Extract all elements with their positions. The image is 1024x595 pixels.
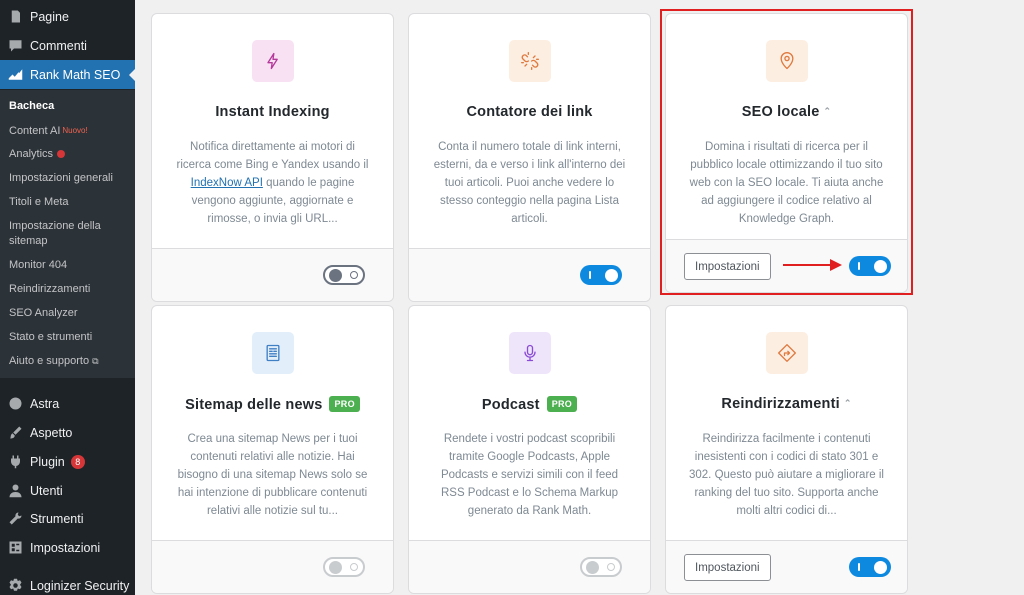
menu-item-loginizer[interactable]: Loginizer Security bbox=[0, 571, 135, 595]
link-broken-icon bbox=[521, 52, 539, 71]
module-footer bbox=[409, 248, 650, 301]
rank-math-icon bbox=[6, 66, 24, 84]
pro-badge: PRO bbox=[546, 396, 578, 412]
menu-item-commenti[interactable]: Commenti bbox=[0, 31, 135, 60]
submenu-impostazioni-generali[interactable]: Impostazioni generali bbox=[9, 171, 131, 186]
submenu-aiuto-supporto[interactable]: Aiuto e supporto ⧉ bbox=[9, 354, 131, 369]
pro-badge: PRO bbox=[329, 396, 360, 412]
module-toggle[interactable] bbox=[580, 557, 622, 577]
brush-icon bbox=[6, 424, 24, 442]
settings-button[interactable]: Impostazioni bbox=[684, 554, 771, 581]
module-toggle[interactable] bbox=[323, 265, 365, 285]
menu-item-impostazioni[interactable]: Impostazioni bbox=[0, 533, 135, 562]
submenu-titoli-meta[interactable]: Titoli e Meta bbox=[9, 195, 131, 210]
menu-label: Impostazioni bbox=[30, 540, 101, 555]
user-icon bbox=[6, 482, 24, 500]
menu-label: Utenti bbox=[30, 483, 63, 498]
menu-item-strumenti[interactable]: Strumenti bbox=[0, 504, 135, 533]
menu-item-utenti[interactable]: Utenti bbox=[0, 476, 135, 505]
module-title: Instant Indexing bbox=[215, 104, 330, 120]
module-description: Reindirizza facilmente i contenuti inesi… bbox=[689, 433, 884, 517]
menu-item-astra[interactable]: Astra bbox=[0, 389, 135, 418]
icon-box bbox=[766, 332, 808, 374]
submenu-monitor-404[interactable]: Monitor 404 bbox=[9, 258, 131, 273]
module-card-instant-indexing: Instant Indexing Notifica direttamente a… bbox=[151, 13, 394, 302]
menu-item-pagine[interactable]: Pagine bbox=[0, 2, 135, 31]
module-footer bbox=[152, 540, 393, 593]
comment-icon bbox=[6, 37, 24, 55]
module-description: Conta il numero totale di link interni, … bbox=[433, 141, 626, 225]
module-card-redirections: Reindirizzamenti ⌃ Reindirizza facilmente… bbox=[665, 305, 908, 594]
external-link-icon: ⧉ bbox=[92, 356, 99, 366]
menu-label: Plugin bbox=[30, 454, 65, 469]
submenu-bacheca[interactable]: Bacheca bbox=[9, 99, 131, 114]
active-arrow bbox=[129, 68, 136, 82]
chevron-up-icon: ⌃ bbox=[843, 398, 852, 408]
submenu-reindirizzamenti[interactable]: Reindirizzamenti bbox=[9, 282, 131, 297]
newspaper-icon bbox=[266, 344, 280, 362]
gear-icon bbox=[6, 577, 24, 595]
module-card-link-counter: Contatore dei link Conta il numero total… bbox=[408, 13, 651, 302]
icon-box bbox=[252, 40, 294, 82]
module-card-news-sitemap: Sitemap delle news PRO Crea una sitemap N… bbox=[151, 305, 394, 594]
submenu-seo-analyzer[interactable]: SEO Analyzer bbox=[9, 306, 131, 321]
microphone-icon bbox=[524, 344, 536, 362]
module-description: Crea una sitemap News per i tuoi contenu… bbox=[177, 433, 368, 517]
plugin-icon bbox=[6, 453, 24, 471]
lightning-icon bbox=[267, 52, 278, 70]
redirect-sign-icon bbox=[778, 344, 796, 362]
menu-label: Commenti bbox=[30, 38, 87, 53]
page-icon bbox=[6, 8, 24, 26]
menu-label: Strumenti bbox=[30, 511, 84, 526]
menu-label: Pagine bbox=[30, 9, 69, 24]
module-description: Rendete i vostri podcast scopribili tram… bbox=[440, 433, 619, 517]
module-footer bbox=[152, 248, 393, 301]
astra-icon bbox=[6, 395, 24, 413]
module-footer: Impostazioni bbox=[666, 540, 907, 593]
rank-math-submenu: Bacheca Content AI Nuovo! Analytics Impos… bbox=[0, 90, 135, 378]
module-title: Sitemap delle news PRO bbox=[152, 396, 393, 413]
module-footer bbox=[409, 540, 650, 593]
wrench-icon bbox=[6, 510, 24, 528]
new-badge: Nuovo! bbox=[62, 126, 88, 135]
submenu-stato-strumenti[interactable]: Stato e strumenti bbox=[9, 330, 131, 345]
module-title: Contatore dei link bbox=[466, 104, 593, 120]
settings-icon bbox=[6, 539, 24, 557]
indexnow-api-link[interactable]: IndexNow API bbox=[191, 177, 263, 189]
icon-box bbox=[509, 332, 551, 374]
icon-box bbox=[509, 40, 551, 82]
menu-item-rank-math-seo[interactable]: Rank Math SEO bbox=[0, 60, 136, 89]
admin-sidebar: Pagine Commenti Rank Math SEO Bacheca Co… bbox=[0, 0, 136, 595]
module-card-podcast: Podcast PRO Rendete i vostri podcast scop… bbox=[408, 305, 651, 594]
submenu-analytics[interactable]: Analytics bbox=[9, 147, 131, 162]
submenu-content-ai[interactable]: Content AI Nuovo! bbox=[9, 123, 131, 139]
alert-dot-icon bbox=[57, 150, 66, 158]
menu-item-plugin[interactable]: Plugin 8 bbox=[0, 447, 135, 476]
module-toggle[interactable] bbox=[580, 265, 622, 285]
annotation-arrow-icon bbox=[783, 259, 842, 271]
menu-label: Rank Math SEO bbox=[30, 67, 121, 82]
menu-item-aspetto[interactable]: Aspetto bbox=[0, 418, 135, 447]
submenu-sitemap[interactable]: Impostazione della sitemap bbox=[9, 219, 109, 249]
module-toggle[interactable] bbox=[849, 557, 891, 577]
module-title: Reindirizzamenti ⌃ bbox=[721, 396, 852, 412]
menu-label: Loginizer Security bbox=[30, 578, 130, 593]
menu-label: Aspetto bbox=[30, 425, 73, 440]
icon-box bbox=[252, 332, 294, 374]
annotation-highlight-box bbox=[660, 9, 913, 295]
module-description: Notifica direttamente ai motori di ricer… bbox=[176, 141, 369, 225]
update-count-badge: 8 bbox=[70, 454, 85, 469]
module-toggle[interactable] bbox=[323, 557, 365, 577]
menu-label: Astra bbox=[30, 396, 60, 411]
module-title: Podcast PRO bbox=[409, 396, 650, 413]
